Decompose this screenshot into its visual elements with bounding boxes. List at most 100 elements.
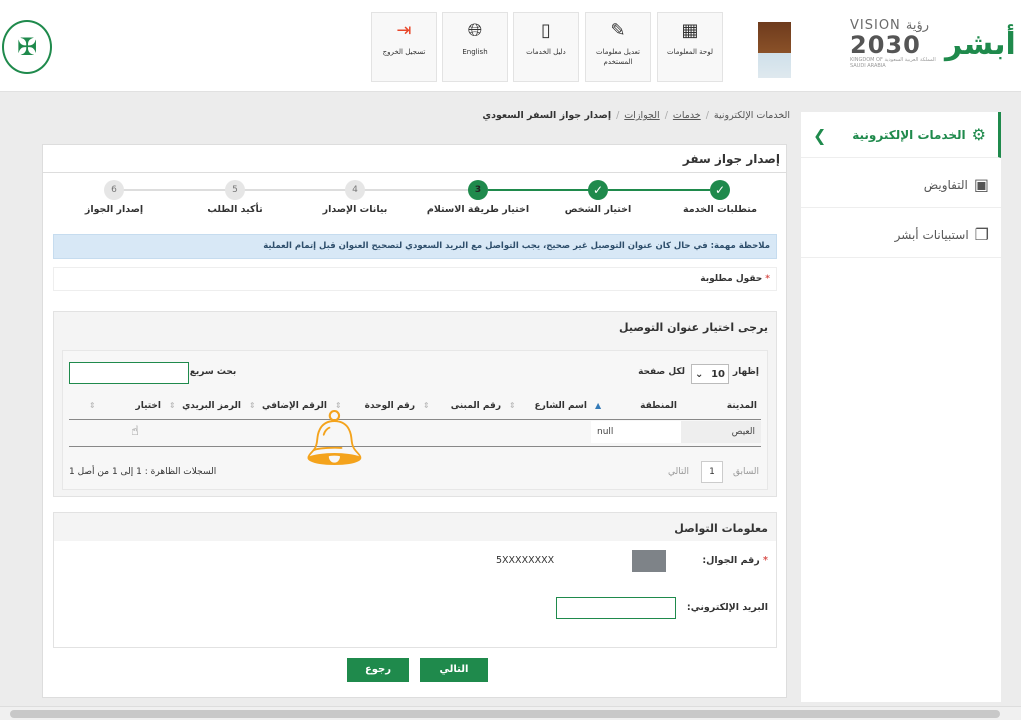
sidebar-item-label: الخدمات الإلكترونية xyxy=(852,127,966,142)
edit-icon: ✎ xyxy=(610,20,626,41)
bell-icon[interactable]: 🔔︎ xyxy=(300,408,369,468)
vision-year: 2030 xyxy=(850,31,921,59)
sort-asc-icon: ▲ xyxy=(595,401,602,410)
mobile-value: 5XXXXXXXX xyxy=(496,555,555,566)
next-button[interactable]: التالي xyxy=(420,658,488,682)
sort-icon: ⇕ xyxy=(509,401,516,410)
page-size-value: 10 xyxy=(711,368,725,380)
column-header-building[interactable]: رقم المبنى ⇕ xyxy=(419,393,505,419)
sidebar: ❮ الخدمات الإلكترونية ⚙︎ التفاويض ▣ استب… xyxy=(801,112,1001,702)
step-5-label: تأكيد الطلب xyxy=(207,204,263,215)
contact-info-title: معلومات التواصل xyxy=(674,522,768,535)
address-table: المدينة المنطقة ▲ اسم الشارع ⇕ رقم المبنى ⇕… xyxy=(69,393,761,453)
contact-form: * رقم الجوال: 5XXXXXXXX البريد الإلكترون… xyxy=(54,541,776,647)
step-connector xyxy=(608,189,710,191)
quick-search-label: بحث سريع : xyxy=(183,367,237,377)
step-connector xyxy=(243,189,353,191)
cell-city: العيص xyxy=(681,421,761,443)
breadcrumb: الخدمات الإلكترونية/خدمات/الجوازات/إصدار… xyxy=(482,110,790,121)
sort-icon: ⇕ xyxy=(169,401,176,410)
step-3-label: اختيار طريقة الاستلام xyxy=(426,204,530,215)
book-icon: ▯ xyxy=(541,20,551,41)
divider xyxy=(69,446,761,447)
quick-search-input[interactable] xyxy=(69,362,189,384)
previous-page-link[interactable]: السابق xyxy=(733,467,759,477)
breadcrumb-e-services[interactable]: الخدمات الإلكترونية xyxy=(714,110,790,121)
saudi-emblem-icon: ✠ xyxy=(2,20,52,74)
logout-icon: ⇥ xyxy=(396,20,412,41)
column-header-city[interactable]: المدينة xyxy=(681,393,761,419)
page-number-button[interactable]: 1 xyxy=(701,461,723,483)
breadcrumb-current: إصدار جواز السفر السعودي xyxy=(482,110,612,121)
sidebar-item-surveys[interactable]: استبيانات أبشر ❐ xyxy=(801,212,1001,258)
language-label: English xyxy=(462,48,488,56)
cell-region: null xyxy=(591,421,681,443)
records-info: السجلات الظاهرة : 1 إلى 1 من أصل 1 xyxy=(69,467,217,477)
per-page-label: لكل صفحة xyxy=(638,367,685,377)
show-label: إظهار xyxy=(732,367,759,377)
email-label: البريد الإلكتروني: xyxy=(686,602,768,613)
contact-info-section: معلومات التواصل * رقم الجوال: 5XXXXXXXX … xyxy=(53,512,777,648)
mobile-label: * رقم الجوال: xyxy=(702,555,768,566)
chevron-down-icon: ⌄ xyxy=(695,368,704,380)
absher-logo[interactable]: أبشر xyxy=(945,12,1016,78)
address-table-panel: إظهار ⌄ 10 لكل صفحة بحث سريع : المدينة ا… xyxy=(62,350,768,490)
email-field[interactable] xyxy=(556,597,676,619)
delivery-address-title: يرجى اختيار عنوان التوصيل xyxy=(619,321,768,334)
divider xyxy=(43,172,786,173)
country-flag xyxy=(632,550,666,572)
sort-icon: ⇕ xyxy=(89,401,96,410)
vision-subtitle: المملكة العربية السعودية KINGDOM OF SAUD… xyxy=(850,57,936,69)
step-connector xyxy=(488,189,598,191)
profile-photo[interactable] xyxy=(758,22,791,78)
step-2-check-icon: ✓ xyxy=(588,180,608,200)
step-5-circle: 5 xyxy=(225,180,245,200)
step-3-circle: 3 xyxy=(468,180,488,200)
logout-label: تسجيل الخروج xyxy=(382,48,426,56)
required-fields-label: حقول مطلوبة xyxy=(700,274,763,284)
column-header-postal-code[interactable]: الرمز البريدي ⇕ xyxy=(165,393,245,419)
logout-tile[interactable]: ⇥ تسجيل الخروج xyxy=(371,12,437,82)
edit-user-info-label: تعديل معلومات المستخدم xyxy=(595,48,640,66)
step-connector xyxy=(123,189,233,191)
globe-icon: 🌐︎ xyxy=(467,20,483,41)
step-6-label: إصدار الجواز xyxy=(84,204,144,215)
survey-icon: ❐ xyxy=(974,225,989,244)
top-header: ✠ ⇥ تسجيل الخروج 🌐︎ English ▯ دليل الخدم… xyxy=(0,0,1021,92)
briefcase-icon: ▣ xyxy=(973,175,989,194)
step-connector xyxy=(363,189,478,191)
column-header-region[interactable]: المنطقة ▲ xyxy=(591,393,681,419)
step-6-circle: 6 xyxy=(104,180,124,200)
sidebar-item-label: التفاويض xyxy=(923,177,968,192)
sidebar-item-label: استبيانات أبشر xyxy=(894,227,969,242)
important-note-alert: ملاحظة مهمة: في حال كان عنوان التوصيل غي… xyxy=(53,234,777,259)
dashboard-icon: ▦ xyxy=(681,20,699,41)
divider xyxy=(69,419,761,420)
breadcrumb-services[interactable]: خدمات xyxy=(673,110,701,121)
services-icon: ⚙︎ xyxy=(971,125,986,144)
delivery-address-section: يرجى اختيار عنوان التوصيل إظهار ⌄ 10 لكل… xyxy=(53,311,777,497)
language-tile[interactable]: 🌐︎ English xyxy=(442,12,508,82)
next-page-link[interactable]: التالي xyxy=(668,467,689,477)
sidebar-item-delegations[interactable]: التفاويض ▣ xyxy=(801,162,1001,208)
page-title: إصدار جواز سفر xyxy=(682,152,780,166)
horizontal-scrollbar[interactable] xyxy=(0,706,1021,720)
column-header-select[interactable]: اختيار ⇕ xyxy=(85,393,165,419)
sort-icon: ⇕ xyxy=(249,401,256,410)
cursor-icon: ☝︎ xyxy=(131,424,139,439)
sidebar-item-e-services[interactable]: الخدمات الإلكترونية ⚙︎ xyxy=(801,112,1001,158)
sort-icon: ⇕ xyxy=(423,401,430,410)
breadcrumb-passports[interactable]: الجوازات xyxy=(624,110,659,121)
dashboard-label: لوحة المعلومات xyxy=(667,48,713,56)
edit-user-info-tile[interactable]: ✎ تعديل معلومات المستخدم xyxy=(585,12,651,82)
column-header-street[interactable]: اسم الشارع ⇕ xyxy=(505,393,591,419)
scrollbar-thumb[interactable] xyxy=(10,710,1000,718)
services-guide-tile[interactable]: ▯ دليل الخدمات xyxy=(513,12,579,82)
dashboard-tile[interactable]: ▦ لوحة المعلومات xyxy=(657,12,723,82)
step-1-label: متطلبات الخدمة xyxy=(683,204,757,215)
step-4-circle: 4 xyxy=(345,180,365,200)
back-button[interactable]: رجوع xyxy=(347,658,409,682)
page-size-select[interactable]: ⌄ 10 xyxy=(691,364,729,384)
step-1-check-icon: ✓ xyxy=(710,180,730,200)
required-fields-note: *حقول مطلوبة xyxy=(53,267,777,291)
